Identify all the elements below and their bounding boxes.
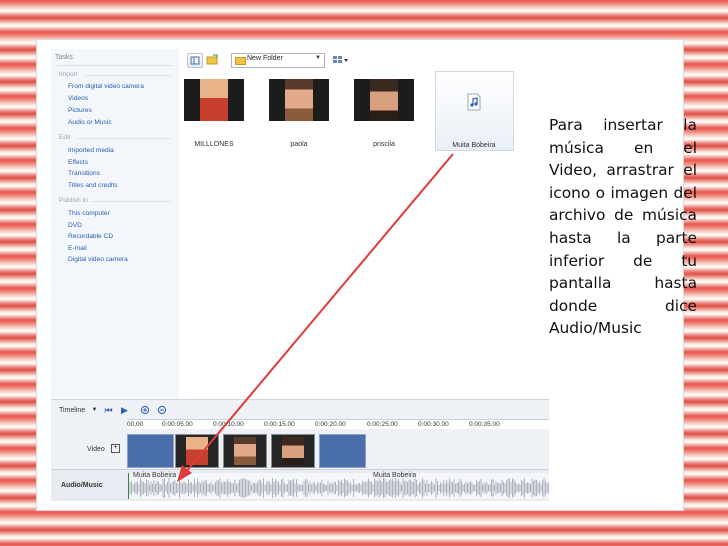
instruction-text: Para insertar la música en el Video, arr… bbox=[549, 116, 697, 338]
movie-maker-screenshot: Tasks Import From digital video camera V… bbox=[51, 49, 549, 501]
slide: Tasks Import From digital video camera V… bbox=[37, 40, 697, 510]
drag-arrow bbox=[177, 153, 454, 482]
